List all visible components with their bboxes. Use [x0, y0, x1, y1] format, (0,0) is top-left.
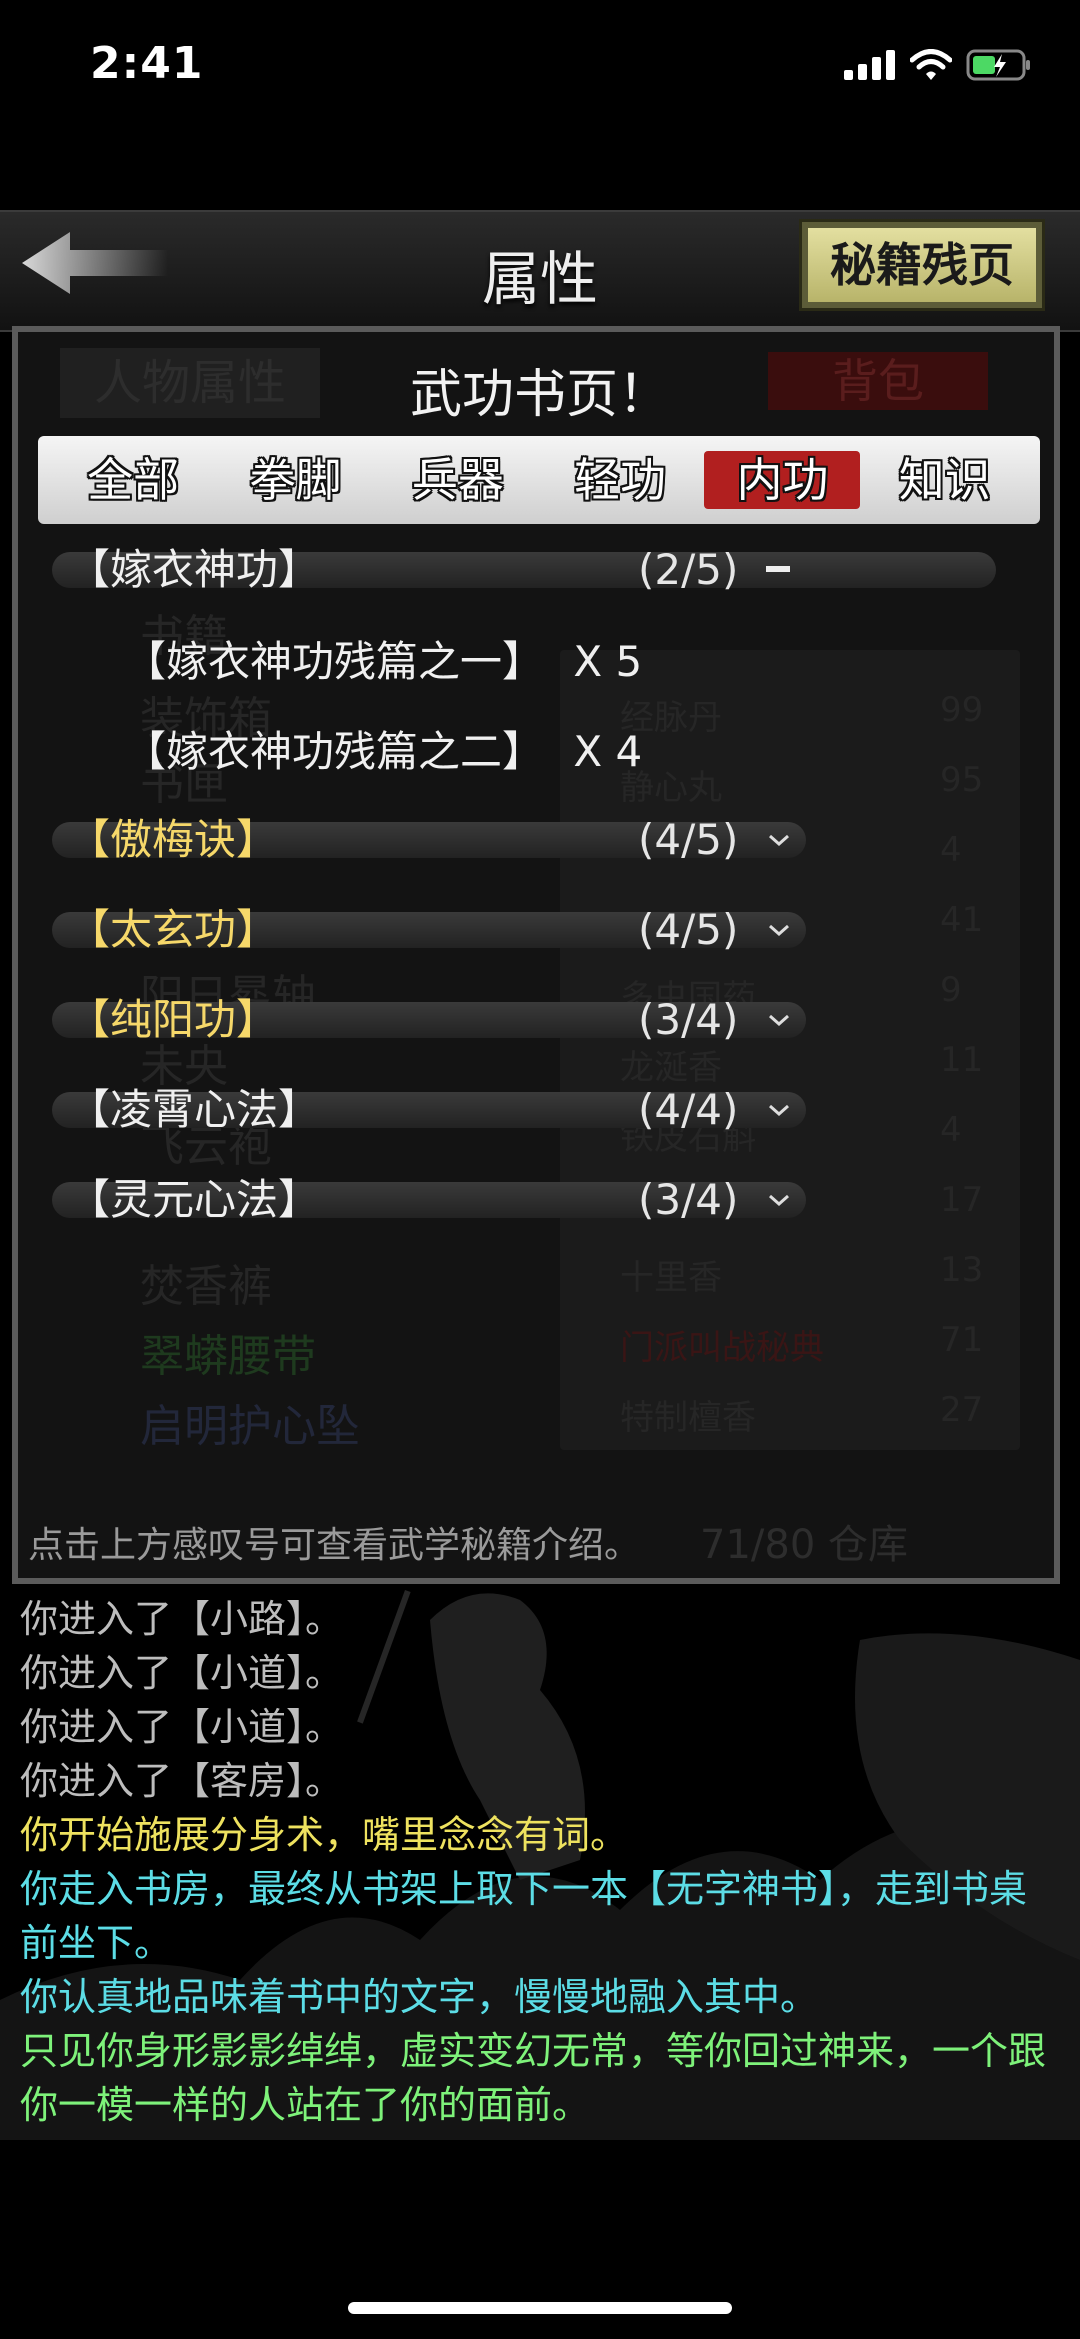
- skill-name: 【傲梅诀】: [68, 815, 279, 864]
- ghost-item-name: 特制檀香: [620, 1398, 756, 1438]
- skill-row[interactable]: 【凌霄心法】 (4/4): [68, 1080, 808, 1140]
- ghost-item-count: 4: [940, 830, 962, 870]
- ghost-item-count: 99: [940, 690, 984, 730]
- log-line: 你进入了【小路】。: [20, 1597, 344, 1641]
- status-time: 2:41: [90, 38, 204, 89]
- log-line: 只见你身形影影绰绰，虚实变幻无常，等你回过神来，一个跟你一模一样的人站在了你的面…: [20, 2029, 1047, 2127]
- ghost-item-count: 71: [940, 1320, 984, 1360]
- ghost-item-count: 9: [940, 970, 962, 1010]
- skill-name: 【太玄功】: [68, 905, 279, 954]
- skill-count: (4/5): [638, 905, 739, 954]
- ghost-item-count: 41: [940, 900, 984, 940]
- hint-text: 点击上方感叹号可查看武学秘籍介绍。: [28, 1525, 641, 1566]
- ghost-item-count: 4: [940, 1110, 962, 1150]
- chevron-down-icon: [769, 1014, 789, 1026]
- ghost-item-count: 17: [940, 1180, 984, 1220]
- sub-item-name: 【嫁衣神功残篇之二】: [124, 727, 545, 776]
- wifi-icon: [910, 49, 952, 80]
- log-line: 你开始施展分身术，嘴里念念有词。: [20, 1813, 629, 1857]
- ghost-item: 启明护心坠: [140, 1401, 360, 1452]
- tab-fist[interactable]: 拳脚: [217, 451, 373, 509]
- log-line: 你进入了【客房】。: [20, 1759, 344, 1803]
- tab-lightness[interactable]: 轻功: [542, 451, 698, 509]
- dialog-title[interactable]: 武功书页！: [0, 352, 1080, 427]
- ghost-item-count: 13: [940, 1250, 984, 1290]
- log-line: 你进入了【小道】。: [20, 1705, 344, 1749]
- log-line: 你认真地品味着书中的文字，慢慢地融入其中。: [20, 1975, 819, 2019]
- status-icons: [844, 45, 1032, 85]
- ghost-item: 焚香裤: [140, 1261, 272, 1312]
- tab-weapon[interactable]: 兵器: [380, 451, 536, 509]
- skill-name: 【凌霄心法】: [68, 1085, 321, 1134]
- skill-row[interactable]: 【纯阳功】 (3/4): [68, 990, 808, 1050]
- chevron-down-icon: [769, 834, 789, 846]
- ghost-item-count: 11: [940, 1040, 984, 1080]
- signal-icon: [844, 50, 895, 80]
- skill-name: 【灵元心法】: [68, 1175, 321, 1224]
- sub-item: 【嫁衣神功残篇之一】 X 5: [124, 632, 642, 692]
- sub-item-qty: X 4: [573, 727, 643, 776]
- chevron-down-icon: [769, 1194, 789, 1206]
- category-tabs: 全部 拳脚 兵器 轻功 内功 知识: [38, 436, 1040, 524]
- ghost-item-count: 95: [940, 760, 984, 800]
- sub-item-qty: X 5: [573, 637, 643, 686]
- secret-pages-button[interactable]: 秘籍残页: [799, 219, 1045, 311]
- skill-count: (3/4): [638, 995, 739, 1044]
- skill-name: 【嫁衣神功】: [68, 545, 321, 594]
- skill-name: 【纯阳功】: [68, 995, 279, 1044]
- battery-icon: [966, 49, 1030, 81]
- skill-row[interactable]: 【傲梅诀】 (4/5): [68, 810, 808, 870]
- chevron-down-icon: [769, 924, 789, 936]
- log-line: 你进入了【小道】。: [20, 1651, 344, 1695]
- ghost-item-count: 27: [940, 1390, 984, 1430]
- skill-row[interactable]: 【太玄功】 (4/5): [68, 900, 808, 960]
- skill-row[interactable]: 【灵元心法】 (3/4): [68, 1170, 808, 1230]
- skill-count: (3/4): [638, 1175, 739, 1224]
- skill-count: (4/4): [638, 1085, 739, 1134]
- skill-count: (2/5): [638, 545, 739, 594]
- skill-count: (4/5): [638, 815, 739, 864]
- ghost-item-name: 门派叫战秘典: [620, 1328, 824, 1368]
- log-line: 你走入书房，最终从书架上取下一本【无字神书】，走到书桌前坐下。: [20, 1867, 1028, 1965]
- ghost-item: 翠蟒腰带: [140, 1331, 316, 1382]
- collapse-icon: [766, 566, 790, 572]
- sub-item-name: 【嫁衣神功残篇之一】: [124, 637, 545, 686]
- sub-item: 【嫁衣神功残篇之二】 X 4: [124, 722, 642, 782]
- skill-row[interactable]: 【嫁衣神功】 (2/5): [68, 540, 988, 600]
- home-indicator: [348, 2302, 732, 2314]
- tab-internal[interactable]: 内功: [704, 451, 861, 509]
- chevron-down-icon: [769, 1104, 789, 1116]
- ghost-item-name: 十里香: [620, 1258, 722, 1298]
- tab-all[interactable]: 全部: [55, 451, 211, 509]
- tab-knowledge[interactable]: 知识: [867, 451, 1023, 509]
- ghost-storage: 71/80 仓库: [700, 1522, 908, 1568]
